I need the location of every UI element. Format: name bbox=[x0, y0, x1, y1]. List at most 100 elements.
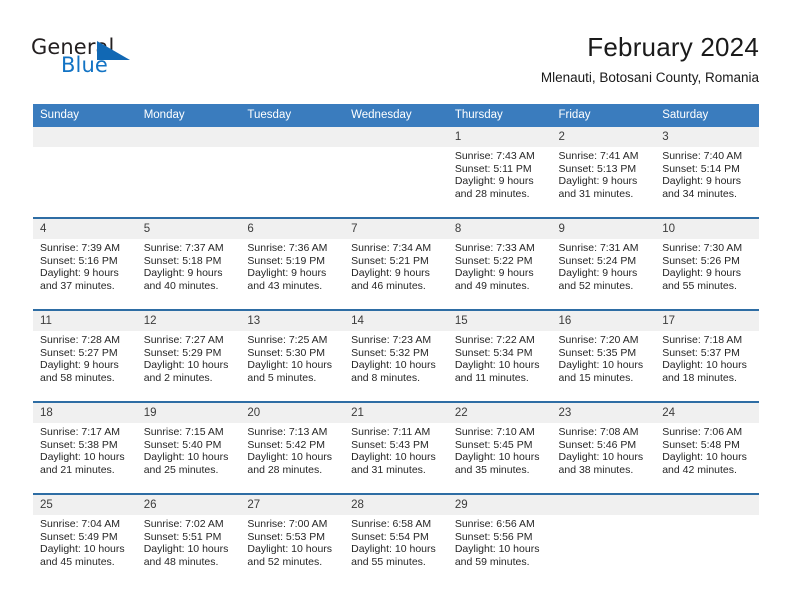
calendar-day-cell[interactable]: 29 Sunrise: 6:56 AM Sunset: 5:56 PM Dayli… bbox=[447, 493, 552, 585]
calendar-day-cell[interactable]: 16 Sunrise: 7:20 AM Sunset: 5:35 PM Dayli… bbox=[551, 309, 656, 402]
day-sun-details: Sunrise: 7:25 AM Sunset: 5:30 PM Dayligh… bbox=[247, 334, 333, 384]
day-number: 22 bbox=[447, 403, 552, 423]
day-sun-details: Sunrise: 7:28 AM Sunset: 5:27 PM Dayligh… bbox=[40, 334, 120, 384]
title-block: February 2024 Mlenauti, Botosani County,… bbox=[541, 31, 759, 86]
calendar-week-row: 1 Sunrise: 7:43 AM Sunset: 5:11 PM Daylig… bbox=[33, 127, 759, 218]
calendar-day-cell[interactable]: 12 Sunrise: 7:27 AM Sunset: 5:29 PM Dayli… bbox=[136, 309, 241, 402]
day-sun-details: Sunrise: 7:41 AM Sunset: 5:13 PM Dayligh… bbox=[558, 150, 639, 200]
calendar-day-cell[interactable]: 25 Sunrise: 7:04 AM Sunset: 5:49 PM Dayli… bbox=[33, 493, 137, 585]
day-number: 1 bbox=[447, 127, 552, 147]
day-number: 20 bbox=[240, 403, 345, 423]
day-sun-details: Sunrise: 7:34 AM Sunset: 5:21 PM Dayligh… bbox=[351, 242, 432, 292]
day-number: 16 bbox=[551, 311, 656, 331]
calendar-week-row: 18 Sunrise: 7:17 AM Sunset: 5:38 PM Dayli… bbox=[33, 401, 759, 494]
day-number: 15 bbox=[447, 311, 552, 331]
calendar-day-cell[interactable]: 10 Sunrise: 7:30 AM Sunset: 5:26 PM Dayli… bbox=[655, 217, 759, 310]
calendar-cell-empty bbox=[33, 127, 137, 218]
day-sun-details: Sunrise: 7:15 AM Sunset: 5:40 PM Dayligh… bbox=[143, 426, 229, 476]
logo-text-blue: Blue bbox=[61, 53, 108, 77]
day-sun-details: Sunrise: 7:27 AM Sunset: 5:29 PM Dayligh… bbox=[143, 334, 229, 384]
calendar-day-cell[interactable]: 15 Sunrise: 7:22 AM Sunset: 5:34 PM Dayli… bbox=[447, 309, 552, 402]
calendar-day-cell[interactable]: 18 Sunrise: 7:17 AM Sunset: 5:38 PM Dayli… bbox=[33, 401, 137, 494]
day-number bbox=[655, 495, 759, 515]
day-sun-details: Sunrise: 7:39 AM Sunset: 5:16 PM Dayligh… bbox=[40, 242, 120, 292]
calendar-day-cell[interactable]: 27 Sunrise: 7:00 AM Sunset: 5:53 PM Dayli… bbox=[240, 493, 345, 585]
calendar-body: 1 Sunrise: 7:43 AM Sunset: 5:11 PM Daylig… bbox=[33, 127, 759, 585]
page-subtitle: Mlenauti, Botosani County, Romania bbox=[540, 70, 759, 85]
calendar-day-cell[interactable]: 11 Sunrise: 7:28 AM Sunset: 5:27 PM Dayli… bbox=[33, 309, 137, 402]
day-sun-details: Sunrise: 7:13 AM Sunset: 5:42 PM Dayligh… bbox=[247, 426, 333, 476]
day-sun-details: Sunrise: 7:43 AM Sunset: 5:11 PM Dayligh… bbox=[454, 150, 535, 200]
calendar-day-cell[interactable]: 6 Sunrise: 7:36 AM Sunset: 5:19 PM Daylig… bbox=[240, 217, 345, 310]
weekday-header-monday: Monday bbox=[136, 104, 241, 127]
day-number: 5 bbox=[136, 219, 241, 239]
calendar-day-cell[interactable]: 24 Sunrise: 7:06 AM Sunset: 5:48 PM Dayli… bbox=[655, 401, 759, 494]
calendar-table: Sunday Monday Tuesday Wednesday Thursday… bbox=[33, 104, 759, 585]
calendar-day-cell[interactable]: 7 Sunrise: 7:34 AM Sunset: 5:21 PM Daylig… bbox=[344, 217, 448, 310]
day-sun-details: Sunrise: 6:58 AM Sunset: 5:54 PM Dayligh… bbox=[351, 518, 436, 568]
calendar-day-cell[interactable]: 20 Sunrise: 7:13 AM Sunset: 5:42 PM Dayli… bbox=[240, 401, 345, 494]
day-sun-details: Sunrise: 7:06 AM Sunset: 5:48 PM Dayligh… bbox=[662, 426, 747, 476]
calendar-day-cell[interactable]: 23 Sunrise: 7:08 AM Sunset: 5:46 PM Dayli… bbox=[551, 401, 656, 494]
calendar-week-row: 11 Sunrise: 7:28 AM Sunset: 5:27 PM Dayli… bbox=[33, 309, 759, 402]
day-sun-details: Sunrise: 7:00 AM Sunset: 5:53 PM Dayligh… bbox=[247, 518, 333, 568]
day-number: 14 bbox=[344, 311, 448, 331]
day-number: 29 bbox=[447, 495, 552, 515]
calendar-day-cell[interactable]: 21 Sunrise: 7:11 AM Sunset: 5:43 PM Dayli… bbox=[344, 401, 448, 494]
day-number: 2 bbox=[551, 127, 656, 147]
day-number bbox=[136, 127, 241, 147]
day-sun-details: Sunrise: 7:02 AM Sunset: 5:51 PM Dayligh… bbox=[143, 518, 229, 568]
day-number: 17 bbox=[655, 311, 759, 331]
day-sun-details: Sunrise: 7:23 AM Sunset: 5:32 PM Dayligh… bbox=[351, 334, 436, 384]
calendar-day-cell[interactable]: 17 Sunrise: 7:18 AM Sunset: 5:37 PM Dayli… bbox=[655, 309, 759, 402]
day-number: 3 bbox=[655, 127, 759, 147]
day-number: 13 bbox=[240, 311, 345, 331]
day-sun-details: Sunrise: 7:33 AM Sunset: 5:22 PM Dayligh… bbox=[454, 242, 535, 292]
calendar-day-cell[interactable]: 13 Sunrise: 7:25 AM Sunset: 5:30 PM Dayli… bbox=[240, 309, 345, 402]
calendar-day-cell[interactable]: 26 Sunrise: 7:02 AM Sunset: 5:51 PM Dayli… bbox=[136, 493, 241, 585]
day-number: 9 bbox=[551, 219, 656, 239]
day-sun-details: Sunrise: 7:31 AM Sunset: 5:24 PM Dayligh… bbox=[558, 242, 639, 292]
day-number: 18 bbox=[33, 403, 137, 423]
calendar-day-cell[interactable]: 19 Sunrise: 7:15 AM Sunset: 5:40 PM Dayli… bbox=[136, 401, 241, 494]
day-sun-details: Sunrise: 7:08 AM Sunset: 5:46 PM Dayligh… bbox=[558, 426, 644, 476]
day-sun-details: Sunrise: 6:56 AM Sunset: 5:56 PM Dayligh… bbox=[454, 518, 540, 568]
day-number bbox=[240, 127, 345, 147]
calendar-day-cell[interactable]: 1 Sunrise: 7:43 AM Sunset: 5:11 PM Daylig… bbox=[447, 127, 552, 218]
day-number: 10 bbox=[655, 219, 759, 239]
calendar-week-row: 25 Sunrise: 7:04 AM Sunset: 5:49 PM Dayli… bbox=[33, 493, 759, 585]
day-number bbox=[344, 127, 448, 147]
day-sun-details: Sunrise: 7:37 AM Sunset: 5:18 PM Dayligh… bbox=[143, 242, 224, 292]
day-sun-details: Sunrise: 7:04 AM Sunset: 5:49 PM Dayligh… bbox=[40, 518, 125, 568]
day-number: 28 bbox=[344, 495, 448, 515]
day-number: 21 bbox=[344, 403, 448, 423]
day-sun-details: Sunrise: 7:20 AM Sunset: 5:35 PM Dayligh… bbox=[558, 334, 644, 384]
calendar-day-cell[interactable]: 28 Sunrise: 6:58 AM Sunset: 5:54 PM Dayli… bbox=[344, 493, 448, 585]
calendar-day-cell[interactable]: 5 Sunrise: 7:37 AM Sunset: 5:18 PM Daylig… bbox=[136, 217, 241, 310]
calendar-day-cell[interactable]: 3 Sunrise: 7:40 AM Sunset: 5:14 PM Daylig… bbox=[655, 127, 759, 218]
calendar-page: General Blue February 2024 Mlenauti, Bot… bbox=[0, 0, 792, 612]
day-number: 6 bbox=[240, 219, 345, 239]
day-number: 25 bbox=[33, 495, 137, 515]
day-number bbox=[33, 127, 137, 147]
day-number bbox=[551, 495, 656, 515]
day-number: 24 bbox=[655, 403, 759, 423]
calendar-day-cell[interactable]: 4 Sunrise: 7:39 AM Sunset: 5:16 PM Daylig… bbox=[33, 217, 137, 310]
calendar-cell-empty bbox=[655, 493, 759, 585]
day-number: 23 bbox=[551, 403, 656, 423]
day-sun-details: Sunrise: 7:40 AM Sunset: 5:14 PM Dayligh… bbox=[662, 150, 743, 200]
day-sun-details: Sunrise: 7:10 AM Sunset: 5:45 PM Dayligh… bbox=[454, 426, 540, 476]
day-number: 4 bbox=[33, 219, 137, 239]
calendar-day-cell[interactable]: 14 Sunrise: 7:23 AM Sunset: 5:32 PM Dayli… bbox=[344, 309, 448, 402]
calendar-cell-empty bbox=[240, 127, 345, 218]
general-blue-logo: General Blue bbox=[31, 36, 231, 86]
weekday-header-saturday: Saturday bbox=[655, 104, 759, 127]
calendar-cell-empty bbox=[344, 127, 448, 218]
calendar-day-cell[interactable]: 22 Sunrise: 7:10 AM Sunset: 5:45 PM Dayli… bbox=[447, 401, 552, 494]
calendar-day-cell[interactable]: 2 Sunrise: 7:41 AM Sunset: 5:13 PM Daylig… bbox=[551, 127, 656, 218]
page-header: General Blue February 2024 Mlenauti, Bot… bbox=[0, 0, 792, 104]
day-number: 8 bbox=[447, 219, 552, 239]
day-number: 12 bbox=[136, 311, 241, 331]
calendar-day-cell[interactable]: 9 Sunrise: 7:31 AM Sunset: 5:24 PM Daylig… bbox=[551, 217, 656, 310]
calendar-day-cell[interactable]: 8 Sunrise: 7:33 AM Sunset: 5:22 PM Daylig… bbox=[447, 217, 552, 310]
